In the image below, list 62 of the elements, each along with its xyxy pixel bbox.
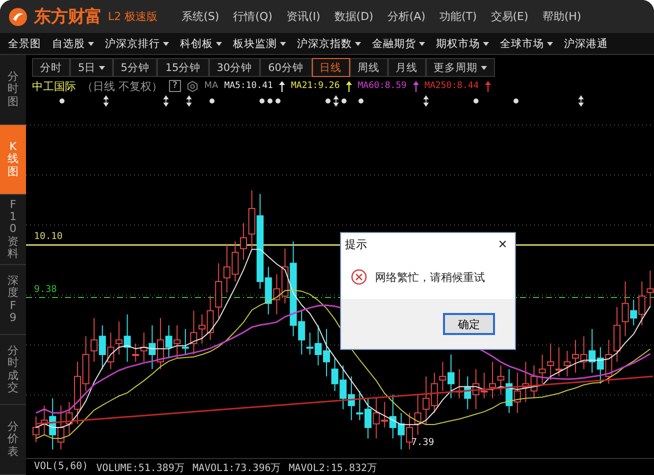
menu-item[interactable]: 资讯(I)	[282, 9, 324, 24]
edition-label: L2 极速版	[108, 9, 158, 24]
ma-value: MA5:10.41	[224, 81, 273, 91]
nav-item[interactable]: 科创板	[180, 36, 227, 50]
stock-name: 中工国际	[32, 78, 76, 94]
period-tab[interactable]: 5日	[70, 58, 113, 77]
volume-indicator: VOL(5,60)	[34, 461, 88, 472]
help-button[interactable]: ?	[168, 80, 182, 92]
arrow-marker-icon	[103, 96, 108, 106]
menu-item[interactable]: 系统(S)	[178, 9, 224, 24]
logo-icon	[8, 6, 28, 26]
up-arrow-icon	[346, 80, 352, 92]
period-tab[interactable]: 分时	[32, 58, 70, 77]
nav-item[interactable]: 自选股	[52, 36, 99, 50]
settings-icon[interactable]	[187, 80, 198, 92]
menu-item[interactable]: 数据(D)	[330, 9, 378, 24]
up-arrow-icon	[278, 80, 285, 92]
price-label: 9.38	[34, 284, 57, 295]
menu-item[interactable]: 功能(T)	[435, 9, 481, 24]
app-logo: 东方财富	[34, 6, 102, 28]
up-arrow-icon	[484, 80, 491, 92]
menu-item[interactable]: 交易(E)	[486, 9, 532, 24]
nav-item[interactable]: 沪深港通	[564, 36, 613, 50]
dialog-title: 提示	[345, 236, 367, 252]
menu-item[interactable]: 分析(A)	[383, 9, 430, 24]
arrow-marker-icon	[163, 96, 168, 106]
ok-button[interactable]: 确定	[443, 313, 495, 335]
up-arrow-icon	[412, 80, 419, 92]
nav-item[interactable]: 沪深京指数	[297, 36, 366, 50]
period-tab[interactable]: 月线	[388, 58, 426, 77]
close-button[interactable]: ×	[494, 236, 511, 252]
nav-item[interactable]: 期权市场	[436, 36, 494, 50]
error-icon	[351, 269, 367, 285]
volume-indicator: MAVOL1:73.396万	[192, 462, 281, 475]
ma-value: MA60:8.59	[358, 81, 407, 91]
arrow-marker-icon	[423, 96, 428, 106]
period-tab[interactable]: 30分钟	[208, 58, 260, 77]
ma-value: MA250:8.44	[424, 81, 479, 91]
period-tab[interactable]: 周线	[350, 58, 388, 77]
arrow-marker-icon	[186, 96, 192, 106]
price-label: 7.39	[411, 436, 434, 448]
nav-item[interactable]: 全景图	[8, 36, 46, 50]
period-tab[interactable]: 更多周期	[426, 58, 494, 77]
price-label: 10.10	[34, 231, 63, 242]
nav-item[interactable]: 沪深京排行	[105, 36, 174, 50]
ma-value: MA21:9.26	[290, 81, 340, 91]
volume-indicator: MAVOL2:15.832万	[288, 462, 378, 475]
period-tab[interactable]: 5分钟	[112, 58, 158, 77]
ma-label: MA	[204, 81, 218, 91]
arrow-marker-icon	[333, 96, 338, 106]
menu-item[interactable]: 行情(Q)	[229, 9, 276, 24]
nav-item[interactable]: 全球市场	[500, 36, 558, 50]
chart-mode: （日线 不复权）	[82, 78, 162, 94]
error-message: 网络繁忙，请稍候重试	[375, 270, 485, 284]
period-tab[interactable]: 60分钟	[260, 58, 312, 77]
volume-indicator: VOLUME:51.389万	[96, 462, 184, 475]
period-tab[interactable]: 日线	[312, 58, 350, 77]
menu-item[interactable]: 帮助(H)	[538, 9, 586, 24]
period-tab[interactable]: 15分钟	[157, 58, 209, 77]
nav-item[interactable]: 板块监测	[233, 36, 291, 50]
nav-item[interactable]: 金融期货	[372, 36, 430, 50]
arrow-marker-icon	[578, 96, 584, 106]
